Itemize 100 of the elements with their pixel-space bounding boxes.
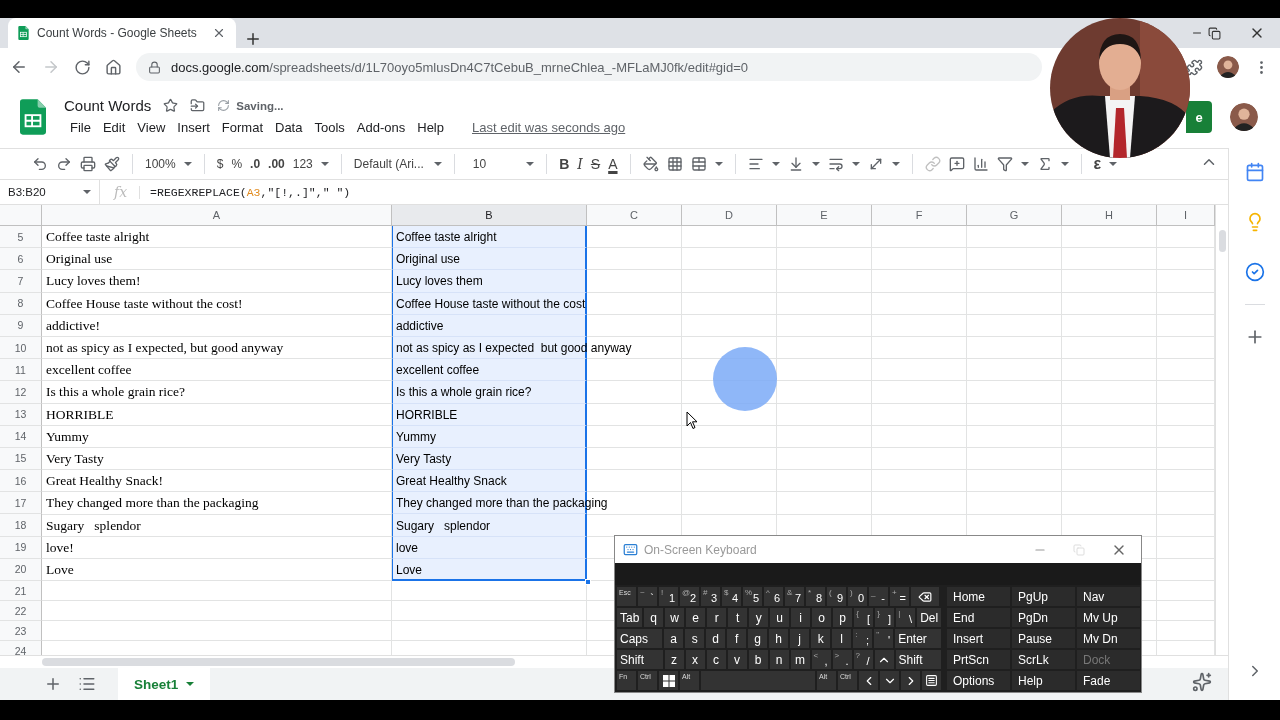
filter-icon[interactable] (996, 156, 1013, 172)
keyboard-key[interactable]: h (769, 629, 789, 648)
keyboard-key[interactable]: @2 (680, 587, 699, 606)
paint-format-icon[interactable] (104, 156, 120, 172)
keyboard-key[interactable]: q (644, 608, 664, 627)
keyboard-key[interactable] (901, 671, 920, 690)
column-header[interactable]: E (777, 205, 872, 226)
keyboard-key[interactable] (659, 671, 678, 690)
row-header[interactable]: 7 (0, 270, 42, 293)
document-title[interactable]: Count Words (64, 97, 152, 114)
row-header[interactable]: 12 (0, 381, 42, 404)
keyboard-key[interactable]: _ - (869, 587, 888, 606)
wrap-text-icon[interactable] (827, 156, 844, 172)
browser-tab[interactable]: Count Words - Google Sheets (8, 18, 236, 48)
keyboard-key[interactable]: Tab (617, 608, 643, 627)
keyboard-key[interactable]: b (748, 650, 768, 669)
home-icon[interactable] (105, 58, 122, 76)
menu-item[interactable]: Add-ons (350, 118, 412, 137)
keyboard-key[interactable]: < , (811, 650, 831, 669)
caret-icon[interactable] (1020, 162, 1029, 166)
fill-color-icon[interactable] (642, 156, 659, 172)
scrollbar-thumb[interactable] (1219, 230, 1226, 252)
caret-icon[interactable] (1060, 162, 1069, 166)
keyboard-key[interactable]: # 3 (701, 587, 720, 606)
caret-icon[interactable] (771, 162, 780, 166)
row-header[interactable]: 20 (0, 558, 42, 581)
row-header[interactable]: 24 (0, 641, 42, 655)
undo-icon[interactable] (32, 156, 48, 172)
keyboard-key[interactable]: x (685, 650, 705, 669)
menu-item[interactable]: Format (215, 118, 269, 137)
keyboard-key[interactable]: Fade (1077, 671, 1140, 690)
keyboard-key[interactable]: ? / (853, 650, 873, 669)
last-edit-link[interactable]: Last edit was seconds ago (472, 120, 626, 135)
row-header[interactable]: 21 (0, 581, 42, 601)
keyboard-key[interactable]: Home (947, 587, 1010, 606)
keyboard-key[interactable]: t (728, 608, 748, 627)
keyboard-key[interactable]: ( 9 (827, 587, 846, 606)
account-avatar[interactable] (1230, 103, 1258, 131)
keyboard-key[interactable]: Mv Dn (1077, 629, 1140, 648)
menu-item[interactable]: Edit (96, 118, 132, 137)
share-button[interactable]: e (1186, 101, 1212, 133)
puzzle-icon[interactable] (1186, 58, 1203, 76)
column-header[interactable]: B (392, 205, 587, 226)
keyboard-key[interactable] (922, 671, 941, 690)
row-header[interactable]: 22 (0, 601, 42, 621)
align-icon[interactable] (747, 156, 764, 172)
caret-icon[interactable] (851, 162, 860, 166)
merge-cells-icon[interactable] (690, 156, 707, 172)
keyboard-key[interactable]: z (664, 650, 684, 669)
keyboard-key[interactable]: v (727, 650, 747, 669)
row-header[interactable]: 14 (0, 425, 42, 448)
scrollbar-thumb[interactable] (42, 658, 515, 666)
menu-item[interactable]: Tools (308, 118, 351, 137)
menu-item[interactable]: View (131, 118, 172, 137)
row-header[interactable]: 13 (0, 403, 42, 426)
keyboard-key[interactable] (859, 671, 878, 690)
keyboard-key[interactable]: Pause (1012, 629, 1075, 648)
keyboard-key[interactable]: %5 (743, 587, 762, 606)
keyboard-key[interactable]: l (832, 629, 852, 648)
font-dropdown[interactable]: Default (Ari... (353, 157, 442, 171)
spreadsheet-logo-icon[interactable] (20, 99, 46, 135)
row-header[interactable]: 11 (0, 359, 42, 382)
name-box[interactable]: B3:B20 (0, 180, 100, 204)
sheet-tab[interactable]: Sheet1 (118, 668, 211, 700)
keyboard-key[interactable]: > . (832, 650, 852, 669)
keyboard-key[interactable]: r (707, 608, 727, 627)
keyboard-key[interactable]: Mv Up (1077, 608, 1140, 627)
strikethrough-button[interactable]: S (590, 156, 601, 172)
keyboard-key[interactable]: Enter (895, 629, 941, 648)
add-sheet-icon[interactable] (44, 675, 62, 693)
row-header[interactable]: 9 (0, 314, 42, 337)
caret-icon[interactable] (1109, 162, 1118, 166)
profile-avatar[interactable] (1217, 56, 1239, 78)
caret-icon[interactable] (714, 162, 723, 166)
column-header[interactable]: D (682, 205, 777, 226)
column-header[interactable]: F (872, 205, 967, 226)
column-header[interactable]: I (1157, 205, 1215, 226)
caret-icon[interactable] (811, 162, 820, 166)
keyboard-key[interactable]: f (727, 629, 747, 648)
keyboard-key[interactable]: Nav (1077, 587, 1140, 606)
keyboard-key[interactable]: ~ ` (638, 587, 657, 606)
folder-icon[interactable] (190, 98, 206, 113)
row-header[interactable]: 17 (0, 492, 42, 515)
keyboard-key[interactable]: w (665, 608, 685, 627)
keyboard-key[interactable]: & 7 (785, 587, 804, 606)
keyboard-key[interactable]: Shift (617, 650, 663, 669)
back-icon[interactable] (10, 58, 28, 76)
keyboard-key[interactable]: $ 4 (722, 587, 741, 606)
increase-decimal-button[interactable]: .00 (268, 157, 285, 171)
keyboard-key[interactable]: u (770, 608, 790, 627)
fill-handle[interactable] (585, 579, 591, 585)
formula-field[interactable]: =REGEXREPLACE(A3,"[!,.]"," ") (139, 185, 351, 199)
keyboard-key[interactable]: y (749, 608, 769, 627)
keyboard-key[interactable]: + = (890, 587, 909, 606)
keyboard-key[interactable]: g (748, 629, 768, 648)
percent-button[interactable]: % (231, 157, 243, 171)
menu-item[interactable]: Help (411, 118, 450, 137)
close-icon[interactable] (212, 26, 226, 40)
all-sheets-icon[interactable] (78, 675, 96, 693)
keyboard-key[interactable]: Options (947, 671, 1010, 690)
